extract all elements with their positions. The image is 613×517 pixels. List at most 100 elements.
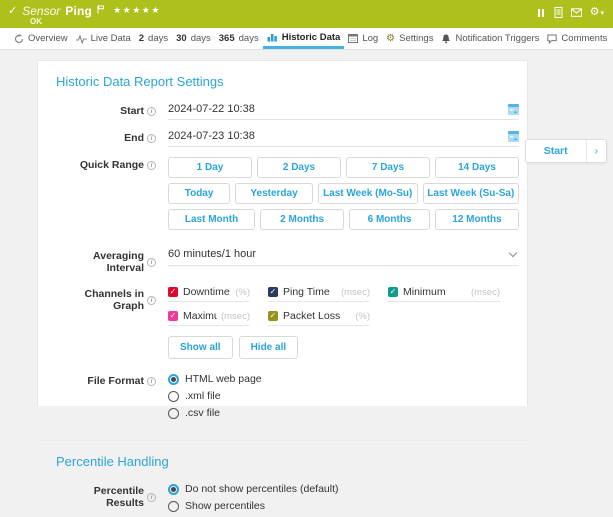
tab-label: days [148,33,168,44]
quick-range-7-days-button[interactable]: 7 Days [346,157,430,178]
channel-unit: (%) [351,311,370,322]
priority-stars[interactable]: ★★★★★ [113,5,161,16]
end-date-input[interactable]: 2024-07-23 10:38 [168,130,519,147]
tab-label-bold: 2 [139,33,144,44]
quick-range-today-button[interactable]: Today [168,183,230,204]
tab-label: days [191,33,211,44]
radio-icon[interactable] [168,391,179,402]
email-icon[interactable] [571,8,582,17]
refresh-icon [14,34,24,44]
channel-packet-loss[interactable]: ✓ Packet Loss (%) [268,310,370,326]
quick-range-2-days-button[interactable]: 2 Days [257,157,341,178]
info-icon[interactable]: i [147,134,156,143]
start-date-value: 2024-07-22 10:38 [168,103,255,115]
tab-2-days[interactable]: 2 days [135,28,172,49]
comment-icon [547,34,557,44]
quick-range-12-months-button[interactable]: 12 Months [435,209,519,230]
quick-range-label: Quick Range [80,159,144,171]
quick-range-14-days-button[interactable]: 14 Days [435,157,519,178]
channel-minimum[interactable]: ✓ Minimum (msec) [388,286,500,302]
file-format-row: File Format i HTML web page .xml file .c… [56,373,519,424]
radio-selected-icon[interactable] [168,374,179,385]
sensor-type-label: Sensor [22,4,60,18]
percentile-option-show[interactable]: Show percentiles [168,500,519,512]
checkbox-checked-icon[interactable]: ✓ [168,287,178,297]
tab-label: Historic Data [282,32,341,43]
channel-maximum[interactable]: ✓ Maximum (msec) [168,310,250,326]
sensor-title-group: ✓ Sensor Ping ★★★★★ [8,4,161,18]
tab-comments[interactable]: Comments [543,28,611,49]
file-format-label-group: File Format i [56,373,156,387]
show-all-button[interactable]: Show all [168,336,233,359]
bell-icon [441,34,451,44]
tab-label: Live Data [91,33,131,44]
tab-live-data[interactable]: Live Data [72,28,135,49]
channel-name: Ping Time [283,286,330,298]
percentile-results-label-group: Percentile Results i [56,483,156,509]
tab-overview[interactable]: Overview [10,28,72,49]
channel-downtime[interactable]: ✓ Downtime (%) [168,286,250,302]
flag-icon[interactable] [97,5,105,14]
checkbox-checked-icon[interactable]: ✓ [388,287,398,297]
channel-ping-time[interactable]: ✓ Ping Time (msec) [268,286,370,302]
channels-label: Channels in Graph [56,288,144,312]
quick-range-last-week-su-sa-button[interactable]: Last Week (Su-Sa) [423,183,519,204]
tab-365-days[interactable]: 365 days [215,28,263,49]
radio-icon[interactable] [168,501,179,512]
end-label: End [124,132,144,144]
percentile-option-hide[interactable]: Do not show percentiles (default) [168,483,519,495]
gear-icon: ⚙ [386,34,395,44]
start-button[interactable]: Start › [525,139,607,163]
file-format-option-html[interactable]: HTML web page [168,373,519,385]
tab-historic-data[interactable]: Historic Data [263,28,345,49]
quick-range-last-week-mo-su-button[interactable]: Last Week (Mo-Su) [318,183,418,204]
checkbox-checked-icon[interactable]: ✓ [168,311,178,321]
channel-name: Maximum [183,310,217,322]
tab-settings[interactable]: ⚙ Settings [382,28,437,49]
quick-range-yesterday-button[interactable]: Yesterday [235,183,313,204]
channels-row: Channels in Graph i ✓ Downtime (%) ✓ Pin… [56,286,519,359]
report-icon[interactable] [554,7,563,18]
checkbox-checked-icon[interactable]: ✓ [268,311,278,321]
channel-unit: (msec) [467,287,500,298]
pause-icon[interactable] [538,9,546,17]
tab-label: days [239,33,259,44]
checkbox-checked-icon[interactable]: ✓ [268,287,278,297]
section-title-report-settings: Historic Data Report Settings [56,74,519,89]
averaging-interval-select[interactable]: 60 minutes/1 hour [168,248,519,266]
info-icon[interactable]: i [147,107,156,116]
info-icon[interactable]: i [147,377,156,386]
end-row: End i 2024-07-23 10:38 [56,130,519,147]
quick-range-2-months-button[interactable]: 2 Months [260,209,344,230]
pulse-icon [76,34,87,44]
gear-menu-icon[interactable]: ⚙ ▾ [590,7,604,18]
quick-range-1-day-button[interactable]: 1 Day [168,157,252,178]
tab-label: Overview [28,33,68,44]
calendar-icon[interactable] [508,104,519,115]
radio-selected-icon[interactable] [168,484,179,495]
tab-log[interactable]: Log [344,28,382,49]
prtg-sensor-page: ✓ Sensor Ping ★★★★★ OK ⚙ ▾ Ov [0,0,613,406]
quick-range-6-months-button[interactable]: 6 Months [349,209,430,230]
info-icon[interactable]: i [147,493,156,502]
end-label-group: End i [56,130,156,144]
info-icon[interactable]: i [147,258,156,267]
radio-icon[interactable] [168,408,179,419]
quick-range-last-month-button[interactable]: Last Month [168,209,255,230]
file-format-option-csv[interactable]: .csv file [168,407,519,419]
radio-label: .xml file [185,390,221,402]
tab-label: Settings [399,33,433,44]
channel-name: Minimum [403,286,446,298]
info-icon[interactable]: i [147,161,156,170]
section-title-percentile: Percentile Handling [56,454,519,469]
calendar-icon[interactable] [508,131,519,142]
tab-notification-triggers[interactable]: Notification Triggers [437,28,543,49]
tab-30-days[interactable]: 30 days [172,28,215,49]
sensor-name: Ping [65,4,92,18]
start-date-input[interactable]: 2024-07-22 10:38 [168,103,519,120]
quick-range-row: Quick Range i 1 Day 2 Days 7 Days 14 Day… [56,157,519,235]
hide-all-button[interactable]: Hide all [239,336,299,359]
start-row: Start i 2024-07-22 10:38 [56,103,519,120]
info-icon[interactable]: i [147,296,156,305]
file-format-option-xml[interactable]: .xml file [168,390,519,402]
